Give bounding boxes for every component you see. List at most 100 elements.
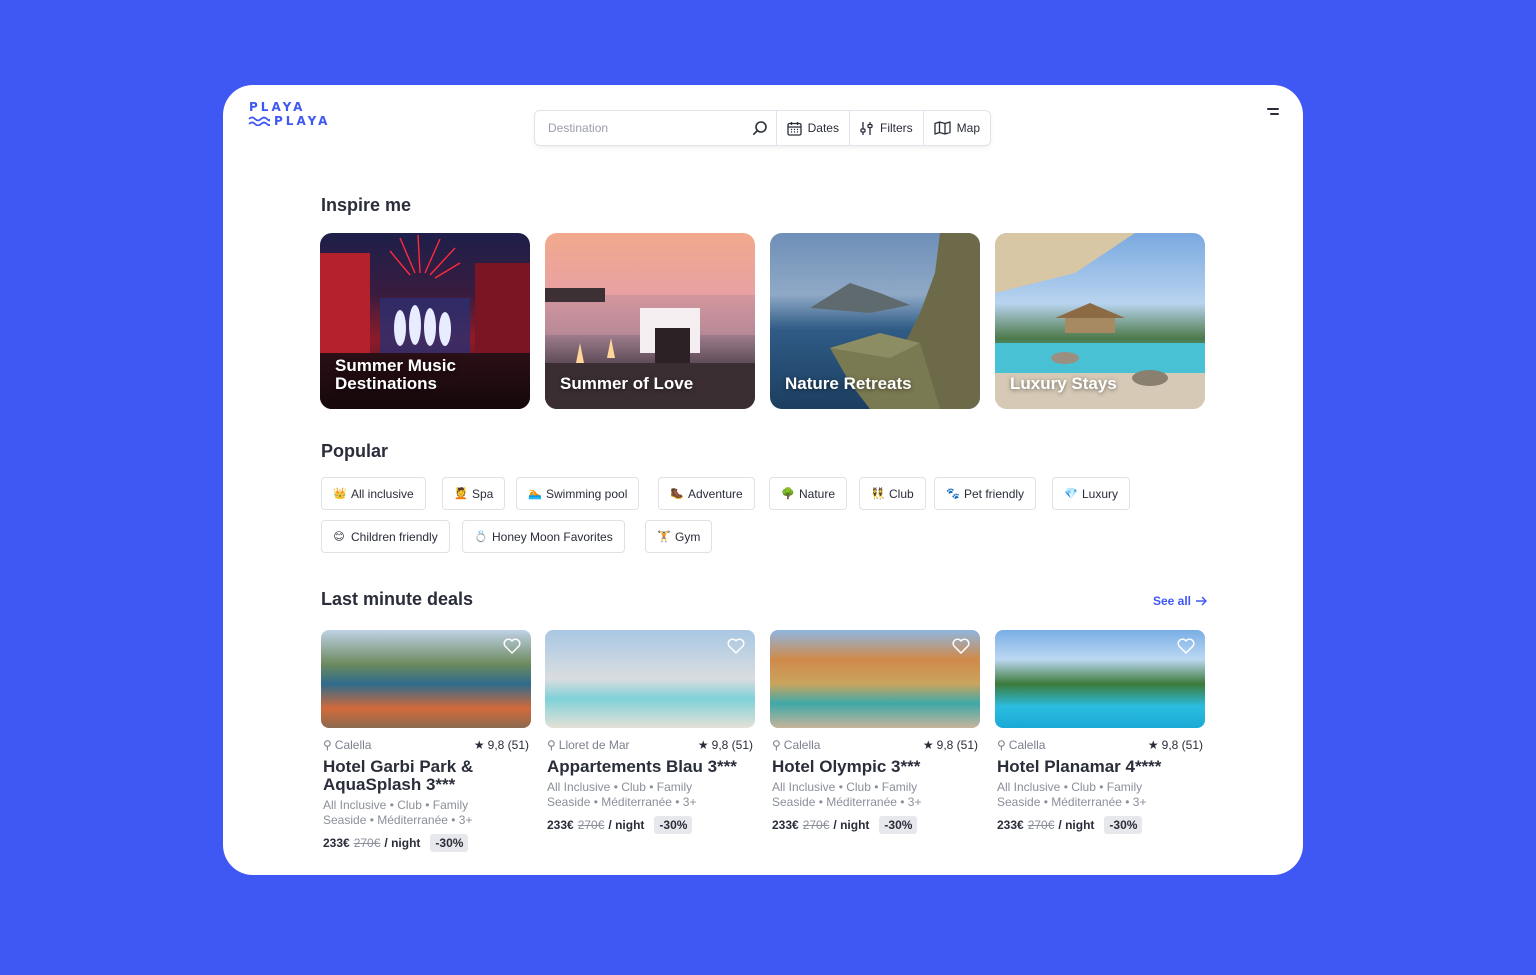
star-icon: ★ [1147, 738, 1159, 752]
pin-icon: ⚲ [547, 738, 556, 752]
hotel-tags-1: All Inclusive • Club • Family [772, 780, 918, 794]
per-night: / night [833, 818, 870, 832]
hotel-tags-1: All Inclusive • Club • Family [997, 780, 1143, 794]
per-night: / night [608, 818, 645, 832]
inspire-title: Inspire me [321, 195, 412, 215]
map-label: Map [956, 121, 980, 135]
heart-icon[interactable] [727, 638, 745, 654]
chip-label: Pet friendly [964, 486, 1025, 501]
chip-spa[interactable]: 💆 Spa [442, 477, 506, 510]
chip-label: Gym [675, 529, 701, 544]
location-label: Calella [783, 738, 821, 752]
massage-icon: 💆 [454, 487, 468, 500]
weightlifter-icon: 🏋 [657, 530, 671, 543]
chip-all-inclusive[interactable]: 👑 All inclusive [321, 477, 426, 510]
chip-gym[interactable]: 🏋 Gym [645, 520, 713, 553]
chip-label: Spa [472, 486, 494, 501]
paw-icon: 🐾 [946, 487, 960, 500]
brand-line-2: PLAYA [274, 114, 331, 128]
hotel-photo [545, 630, 755, 728]
hotel-tags-1: All Inclusive • Club • Family [547, 780, 693, 794]
hotel-tags-2: Seaside • Méditerranée • 3+ [772, 795, 922, 809]
chip-swimming-pool[interactable]: 🏊 Swimming pool [516, 477, 640, 510]
deals-title: Last minute deals [321, 589, 474, 609]
deal-card[interactable]: ⚲ Lloret de Mar ★ 9,8 (51) Appartements Bl… [545, 630, 755, 834]
rating-value: 9,8 (51) [936, 738, 978, 752]
heart-icon[interactable] [952, 638, 970, 654]
hotel-name: Hotel Planamar 4**** [997, 757, 1162, 776]
swimmer-icon: 🏊 [528, 487, 542, 500]
hotel-name: Appartements Blau 3*** [547, 757, 737, 776]
hamburger-menu-icon[interactable] [1265, 108, 1279, 118]
ring-icon: 💍 [474, 530, 488, 543]
price-row: 233€ 270€ / night -30% [995, 816, 1205, 834]
deal-card[interactable]: ⚲ Calella ★ 9,8 (51) Hotel Garbi Park & Aq… [321, 630, 531, 852]
hotel-photo [321, 630, 531, 728]
price-row: 233€ 270€ / night -30% [321, 834, 531, 852]
star-icon: ★ [922, 738, 934, 752]
inspire-card-luxury[interactable]: Luxury Stays [995, 233, 1205, 409]
destination-field [535, 111, 777, 145]
pin-icon: ⚲ [772, 738, 781, 752]
discount-badge: -30% [430, 834, 469, 852]
calendar-icon [786, 121, 802, 136]
inspire-card-music[interactable]: Summer Music Destinations [320, 233, 530, 409]
discount-badge: -30% [879, 816, 918, 834]
inspire-card-label: Nature Retreats [785, 374, 912, 393]
rating-value: 9,8 (51) [487, 738, 529, 752]
boot-icon: 🥾 [670, 487, 684, 500]
chip-label: Swimming pool [546, 486, 628, 501]
heart-icon[interactable] [503, 638, 521, 654]
location-label: Calella [334, 738, 372, 752]
search-bar: Dates Filters Map [534, 110, 991, 146]
old-price: 270€ [1027, 818, 1055, 832]
chip-nature[interactable]: 🌳 Nature [769, 477, 848, 510]
old-price: 270€ [577, 818, 605, 832]
search-icon[interactable] [752, 120, 768, 136]
diamond-icon: 💎 [1064, 487, 1078, 500]
hotel-tags-2: Seaside • Méditerranée • 3+ [547, 795, 697, 809]
star-icon: ★ [473, 738, 485, 752]
chip-luxury[interactable]: 💎 Luxury [1052, 477, 1131, 510]
inspire-card-nature[interactable]: Nature Retreats [770, 233, 980, 409]
chip-label: Children friendly [351, 529, 438, 544]
filters-button[interactable]: Filters [850, 111, 924, 145]
hotel-tags-1: All Inclusive • Club • Family [323, 798, 469, 812]
destination-input[interactable] [548, 121, 738, 135]
dates-button[interactable]: Dates [777, 111, 850, 145]
inspire-card-love[interactable]: Summer of Love [545, 233, 755, 409]
chip-adventure[interactable]: 🥾 Adventure [658, 477, 755, 510]
chip-label: Nature [799, 486, 836, 501]
see-all-link[interactable]: See all [1153, 594, 1207, 608]
deal-card[interactable]: ⚲ Calella ★ 9,8 (51) Hotel Olympic 3*** Al… [770, 630, 980, 834]
chip-label: All inclusive [351, 486, 414, 501]
popular-title: Popular [321, 441, 389, 461]
star-icon: ★ [697, 738, 709, 752]
chip-honey-moon[interactable]: 💍 Honey Moon Favorites [462, 520, 625, 553]
location-label: Calella [1008, 738, 1046, 752]
price: 233€ [323, 836, 350, 850]
map-button[interactable]: Map [924, 111, 990, 145]
chip-club[interactable]: 👯 Club [859, 477, 926, 510]
price: 233€ [547, 818, 574, 832]
hotel-tags-2: Seaside • Méditerranée • 3+ [323, 813, 473, 827]
heart-icon[interactable] [1177, 638, 1195, 654]
rating: ★ 9,8 (51) [1148, 738, 1203, 752]
location: ⚲ Lloret de Mar [547, 738, 630, 752]
dancers-icon: 👯 [871, 487, 885, 500]
hotel-name: Hotel Garbi Park & AquaSplash 3*** [323, 757, 474, 794]
smile-icon: 😊 [333, 530, 345, 543]
discount-badge: -30% [1104, 816, 1143, 834]
inspire-card-label: Summer of Love [560, 374, 694, 393]
chip-pet-friendly[interactable]: 🐾 Pet friendly [934, 477, 1037, 510]
rating-value: 9,8 (51) [1161, 738, 1203, 752]
inspire-card-label: Luxury Stays [1010, 374, 1117, 393]
inspire-card-label: Summer Music Destinations [335, 356, 456, 393]
deal-card[interactable]: ⚲ Calella ★ 9,8 (51) Hotel Planamar 4**** … [995, 630, 1205, 834]
see-all-label: See all [1152, 594, 1191, 608]
location: ⚲ Calella [323, 738, 371, 752]
chip-children-friendly[interactable]: 😊 Children friendly [321, 520, 450, 553]
pin-icon: ⚲ [997, 738, 1006, 752]
brand-logo[interactable]: PLAYA PLAYA [248, 100, 348, 128]
rating: ★ 9,8 (51) [474, 738, 529, 752]
